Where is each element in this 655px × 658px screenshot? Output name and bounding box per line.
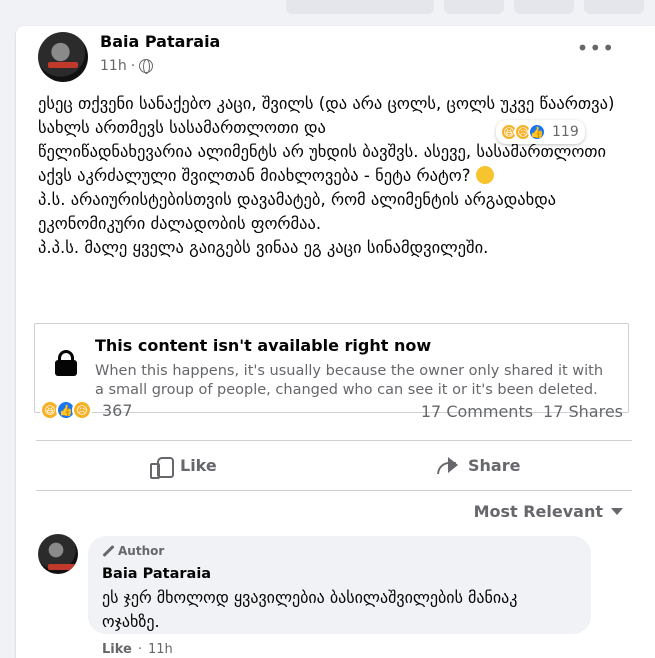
post-text-line: პ.პ.ს. მალე ყველა გაიგებს ვინაა ეგ კაცი … [38,238,489,257]
unavailable-description: When this happens, it's usually because … [95,363,604,398]
comment-bubble: Author Baia Pataraia ეს ჯერ მხოლოდ ყვავი… [88,536,591,634]
shares-count-link[interactable]: 17 Shares [543,402,623,421]
like-button-label: Like [180,455,217,475]
comment-author-name[interactable]: Baia Pataraia [102,566,211,582]
comment-author-avatar[interactable] [38,534,78,574]
like-reaction-icon: 👍 [528,123,546,141]
thinking-face-icon [475,166,494,184]
comment-time[interactable]: 11h [148,642,173,657]
nav-button-search[interactable] [514,0,574,14]
meta-separator: · [130,58,136,74]
share-button-label: Share [468,455,521,475]
lock-icon [55,350,77,376]
post-meta: 11h · [100,58,154,74]
comment-reactions[interactable]: 😆 😥 👍 119 [496,120,585,144]
sad-reaction-icon: 😥 [72,400,92,420]
post-time[interactable]: 11h [100,58,127,74]
post-author-avatar[interactable] [38,32,88,82]
nav-button-messenger[interactable] [444,0,504,14]
post-card: Baia Pataraia 11h · ••• ესეც თქვენი სანა… [16,26,655,658]
pen-icon [102,545,114,557]
post-author-name[interactable]: Baia Pataraia [100,32,220,51]
sort-label: Most Relevant [473,502,603,521]
globe-icon [139,59,154,74]
comment-reaction-count: 119 [552,124,579,140]
comment-sort-dropdown[interactable]: Most Relevant [474,502,623,521]
thumbs-up-icon [150,454,174,479]
post-text: ესეც თქვენი სანაქებო კაცი, შვილს (და არა… [38,92,618,260]
author-badge-label: Author [118,544,165,558]
divider [36,490,632,491]
comment-meta: Like · 11h [102,642,173,657]
top-navigation-bar [0,0,655,22]
comment-like-link[interactable]: Like [102,642,132,657]
caret-down-icon [611,508,623,515]
post-text-line-with-emoji: წელიწადნახევარია ალიმენტს არ უხდის ბავშვ… [38,140,618,188]
reaction-count[interactable]: 367 [102,401,133,420]
nav-button-home[interactable] [286,0,434,14]
comments-count-link[interactable]: 17 Comments [421,402,533,421]
post-text-line: პ.ს. არაიურისტებისთვის დავამატებ, რომ ალ… [38,190,557,233]
like-button[interactable]: Like [150,450,217,480]
unavailable-title: This content isn't available right now [95,336,432,355]
share-arrow-icon [436,455,460,475]
share-button[interactable]: Share [436,450,520,480]
author-badge: Author [102,544,164,558]
post-stats: 17 Comments 17 Shares [421,402,623,421]
comment-meta-separator: · [137,642,142,657]
post-text-line: წელიწადნახევარია ალიმენტს არ უხდის ბავშვ… [38,142,607,185]
post-reactions[interactable]: 😆 👍 😥 367 [40,400,133,420]
more-options-icon[interactable]: ••• [577,36,615,60]
comment-text: ეს ჯერ მხოლოდ ყვავილებია ბასილაშვილების … [102,588,518,631]
nav-button-notifications[interactable] [584,0,644,14]
divider [36,440,632,441]
